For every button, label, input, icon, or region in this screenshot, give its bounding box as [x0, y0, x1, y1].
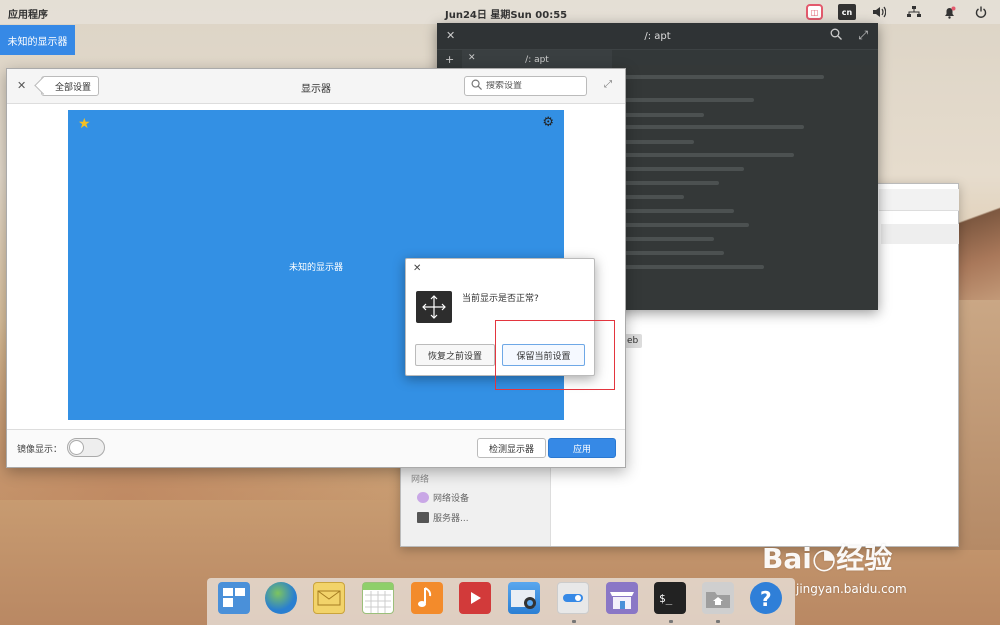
search-input[interactable] — [486, 81, 576, 91]
notifications-icon[interactable] — [940, 4, 958, 20]
clock[interactable]: Jun24日 星期Sun 00:55 — [445, 6, 567, 21]
multitasking-view-icon[interactable] — [218, 582, 250, 614]
server-icon — [417, 512, 429, 523]
window-footer: 镜像显示： 检测显示器 应用 — [7, 429, 625, 467]
detect-displays-button[interactable]: 检测显示器 — [477, 438, 546, 458]
back-button[interactable]: 全部设置 — [41, 76, 99, 96]
keyboard-layout-icon[interactable]: cn — [838, 4, 856, 20]
search-box[interactable] — [464, 76, 587, 96]
display-resize-icon — [416, 291, 452, 323]
gear-icon[interactable]: ⚙ — [542, 115, 554, 130]
close-icon[interactable]: ✕ — [17, 79, 26, 92]
content-row — [879, 189, 959, 211]
svg-text:$_: $_ — [659, 592, 673, 605]
svg-text:?: ? — [760, 587, 772, 611]
volume-icon[interactable] — [870, 4, 888, 20]
terminal-tab[interactable]: ✕ /: apt — [462, 50, 612, 70]
sidebar-item-label: 服务器... — [433, 514, 469, 524]
power-icon[interactable] — [972, 4, 990, 20]
maximize-icon[interactable]: ⤢ — [858, 28, 868, 43]
sidebar-item-servers[interactable]: 服务器... — [417, 511, 469, 524]
photos-icon[interactable] — [508, 582, 540, 614]
terminal-title: /: apt — [644, 31, 671, 42]
mirror-display-label: 镜像显示： — [17, 445, 63, 455]
apply-button[interactable]: 应用 — [548, 438, 616, 458]
running-indicator — [572, 620, 576, 623]
terminal-header: ✕ /: apt ⤢ — [437, 23, 878, 49]
watermark-url: jingyan.baidu.com — [796, 582, 907, 596]
top-panel: 应用程序 Jun24日 星期Sun 00:55 ◫ cn — [0, 0, 1000, 24]
videos-icon[interactable] — [459, 582, 491, 614]
mirror-display-toggle[interactable] — [67, 438, 105, 457]
music-icon[interactable] — [411, 582, 443, 614]
sidebar-section-network: 网络 — [411, 475, 430, 485]
network-device-icon — [417, 492, 429, 503]
terminal-output-blurred — [612, 65, 878, 310]
revert-settings-button[interactable]: 恢复之前设置 — [415, 344, 495, 366]
maximize-icon[interactable]: ⤢ — [604, 79, 612, 90]
watermark-logo: Bai◔经验 — [762, 542, 893, 575]
primary-display-star-icon[interactable]: ★ — [78, 116, 91, 132]
toggle-knob — [69, 440, 84, 455]
dialog-message: 当前显示是否正常? — [462, 294, 539, 304]
system-settings-icon[interactable] — [557, 582, 589, 614]
help-icon[interactable]: ? — [750, 582, 782, 614]
new-tab-icon[interactable]: + — [445, 53, 454, 66]
search-icon[interactable] — [830, 28, 842, 43]
mail-icon[interactable] — [313, 582, 345, 614]
applications-menu[interactable]: 应用程序 — [8, 6, 48, 21]
appcenter-icon[interactable] — [606, 582, 638, 614]
calendar-icon[interactable] — [362, 582, 394, 614]
annotation-highlight — [495, 320, 615, 390]
terminal-icon[interactable]: $_ — [654, 582, 686, 614]
running-indicator — [716, 620, 720, 623]
app-indicator-icon[interactable]: ◫ — [806, 4, 823, 20]
search-icon — [471, 79, 482, 93]
sidebar-item-network-devices[interactable]: 网络设备 — [417, 491, 469, 504]
content-row — [881, 224, 959, 244]
web-browser-icon[interactable] — [265, 582, 297, 614]
tab-label: /: apt — [525, 55, 549, 65]
network-icon[interactable] — [905, 4, 923, 20]
window-header: ✕ 全部设置 显示器 ⤢ — [7, 69, 625, 104]
files-icon[interactable] — [702, 582, 734, 614]
sidebar-item-label: 网络设备 — [433, 494, 470, 504]
close-icon[interactable]: ✕ — [413, 263, 421, 274]
display-identifier-label: 未知的显示器 — [0, 25, 75, 55]
running-indicator — [669, 620, 673, 623]
